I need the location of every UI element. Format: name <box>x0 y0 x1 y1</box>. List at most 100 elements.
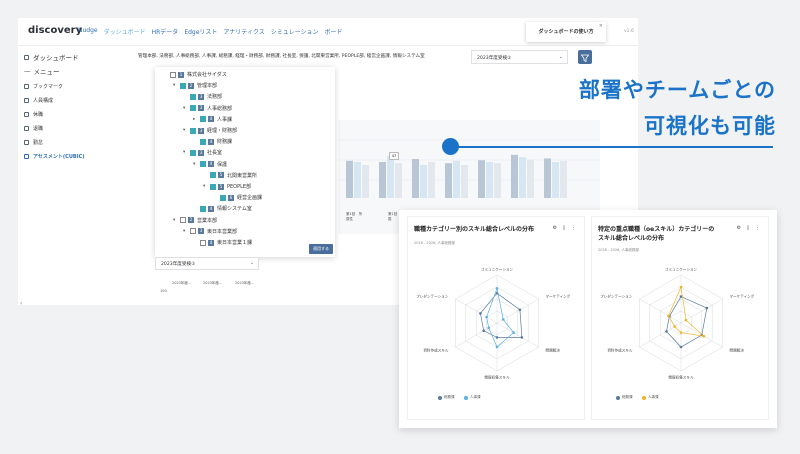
checkbox[interactable] <box>190 93 196 100</box>
checkbox[interactable] <box>190 228 196 235</box>
bar <box>362 165 369 198</box>
tree-item[interactable]: 1 株式会社サイダス <box>163 71 227 78</box>
nav-dashboard[interactable]: ダッシュボード <box>104 27 146 36</box>
nav-analytics[interactable]: アナリティクス <box>223 27 264 36</box>
sidebar-item-leave[interactable]: 休職 <box>24 111 43 118</box>
sidebar-item-headcount[interactable]: 人員構成 <box>24 97 53 104</box>
level-badge: 1 <box>178 71 184 78</box>
nav-simulation[interactable]: シミュレーション <box>271 27 319 36</box>
level-badge: 6 <box>228 194 234 201</box>
checkbox[interactable] <box>190 127 196 134</box>
tree-item[interactable]: 3 法務部 <box>183 93 222 100</box>
radar-point <box>702 334 706 338</box>
legend-swatch <box>642 395 646 400</box>
filter-button[interactable] <box>578 50 592 64</box>
bar <box>412 159 419 198</box>
radar-point <box>679 295 683 298</box>
sidebar-item-resign[interactable]: 退職 <box>24 125 43 132</box>
tree-item[interactable]: ▾ 2 管理本部 <box>173 82 217 89</box>
tree-item[interactable]: 4 財務課 <box>193 138 232 145</box>
toggle-icon[interactable]: ▾ <box>173 218 179 223</box>
year-select-2[interactable]: 2023年度受検① ⌄ <box>155 257 259 270</box>
checkbox[interactable] <box>200 239 206 246</box>
tree-item-label: 東日本営業部 <box>207 228 238 235</box>
year-select[interactable]: 2023年度受検① ⌄ <box>471 50 568 64</box>
card-actions[interactable]: ⚙ ▯ ⋮ <box>737 225 762 231</box>
nav-bar: Nudge ダッシュボード HRデータ Edgeリスト アナリティクス シミュレ… <box>78 27 349 36</box>
radar-axis-label: プレゼンテーション <box>600 294 633 299</box>
checkbox[interactable] <box>200 205 206 212</box>
tree-item-label: 法務部 <box>207 94 223 101</box>
nav-hr-data[interactable]: HRデータ <box>152 27 179 36</box>
close-icon[interactable]: × <box>599 16 603 36</box>
toggle-icon[interactable]: ▸ <box>193 117 199 122</box>
filter-icon <box>580 54 590 63</box>
tree-item[interactable]: ▾ 2 営業本部 <box>173 217 217 224</box>
checkbox[interactable] <box>210 183 216 190</box>
tree-item[interactable]: 4 情報システム室 <box>193 205 252 212</box>
sidebar-item-bookmark[interactable]: ブックマーク <box>24 83 63 90</box>
legend-swatch <box>438 395 442 400</box>
nav-board[interactable]: ボード <box>325 27 343 36</box>
toggle-icon[interactable]: ▾ <box>183 106 189 111</box>
checkbox[interactable] <box>180 82 186 89</box>
checkbox[interactable] <box>200 161 206 168</box>
toggle-icon[interactable]: ▾ <box>203 184 209 189</box>
toggle-icon[interactable]: ▾ <box>183 150 189 155</box>
radar-point <box>679 285 683 289</box>
tree-item[interactable]: ▾ 3 経理・財務部 <box>183 127 237 134</box>
dashboard-guide-tooltip[interactable]: ダッシュボードの使い方 × <box>526 22 606 42</box>
tree-item[interactable]: 6 経営企画課 <box>213 194 262 201</box>
tree-item[interactable]: 5 北関東営業所 <box>203 172 257 179</box>
collapse-arrow-icon[interactable]: ‹ <box>20 300 22 307</box>
card-actions[interactable]: ⚙ ▯ ⋮ <box>553 225 578 231</box>
bar <box>511 154 518 198</box>
tree-item[interactable]: ▾ 3 東日本営業部 <box>183 228 237 235</box>
tree-item[interactable]: ▾ 3 人事総務部 <box>183 105 232 112</box>
level-badge: 4 <box>208 116 214 123</box>
tree-item[interactable]: ▸ 4 人事課 <box>193 116 232 123</box>
year-select-2-value: 2023年度受検① <box>161 262 196 267</box>
sidebar-dashboard[interactable]: ダッシュボード <box>24 52 79 62</box>
checkbox[interactable] <box>190 149 196 156</box>
nav-nudge[interactable]: Nudge <box>78 27 98 36</box>
tree-item-label: 人事課 <box>217 116 233 123</box>
sidebar-item-attendance[interactable]: 勤怠 <box>24 139 43 146</box>
department-filter[interactable]: 管理本部, 法務部, 人事総務部, 人事課, 総務課, 経理・財務部, 財務課,… <box>138 53 454 59</box>
radar-point <box>684 318 688 322</box>
bookmark-icon <box>24 84 29 89</box>
checkbox[interactable] <box>180 217 186 224</box>
checkbox[interactable] <box>200 116 206 123</box>
nav-edge-list[interactable]: Edgeリスト <box>184 27 217 36</box>
legend-swatch <box>616 395 620 400</box>
level-badge: 4 <box>208 205 214 212</box>
toggle-icon[interactable]: ▾ <box>173 83 179 88</box>
tree-item-label: 経理・財務部 <box>207 128 238 134</box>
department-tree-dropdown[interactable]: 1 株式会社サイダス ▾ 2 管理本部 3 法務部 ▾ 3 人事総務部 ▸ 4 人事課 ▾ 3 経理・財務部 4… <box>155 67 335 257</box>
checkbox[interactable] <box>200 138 206 145</box>
sidebar-item-assessment[interactable]: アセスメント(CUBIC) <box>24 153 85 160</box>
bar <box>445 163 452 198</box>
tree-item[interactable]: ▾ 5 PEOPLE部 <box>203 183 251 190</box>
toggle-icon[interactable]: ▾ <box>193 162 199 167</box>
toggle-icon[interactable]: ▾ <box>183 229 189 234</box>
bar <box>486 162 493 198</box>
radar-point <box>705 306 709 310</box>
bar <box>478 160 485 198</box>
bar <box>387 156 394 198</box>
checkbox[interactable] <box>220 194 226 201</box>
tree-item-label: 保護 <box>217 161 228 168</box>
radar-axis-label: 資料作成スキル <box>423 348 449 353</box>
toggle-icon[interactable]: ▾ <box>183 128 189 133</box>
apply-button[interactable]: 適用する <box>309 244 333 254</box>
checkbox[interactable] <box>210 172 216 179</box>
tree-item[interactable]: 4 東日本営業１課 <box>193 239 252 246</box>
checkbox[interactable] <box>170 71 176 78</box>
radar-card-right: コミュニケーション マーケティング 問題解決 情報収集スキル 資料作成スキル プレゼンテー… <box>591 216 769 420</box>
checkbox[interactable] <box>190 105 196 112</box>
tree-item[interactable]: ▾ 3 社長室 <box>183 149 222 156</box>
radar-point <box>673 325 677 328</box>
radar-point <box>679 331 683 334</box>
tree-item[interactable]: ▾ 4 保護 <box>193 161 227 168</box>
sidebar-menu-header[interactable]: — メニュー <box>24 66 60 76</box>
